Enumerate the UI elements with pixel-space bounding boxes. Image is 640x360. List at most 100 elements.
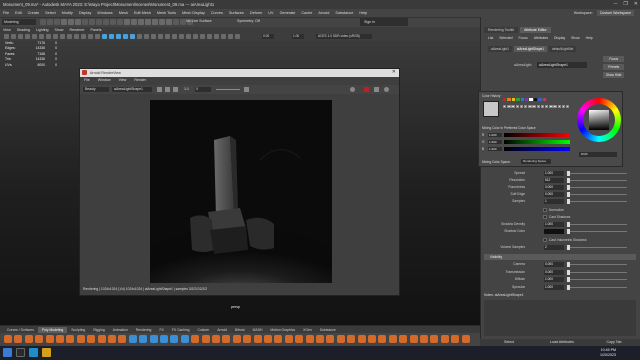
blue-field[interactable]: 1.000: [488, 146, 502, 151]
focus-button[interactable]: Focus: [603, 56, 625, 62]
viewport-tool-icon[interactable]: [186, 34, 191, 39]
menu-item-edit-mesh[interactable]: Edit Mesh: [134, 11, 151, 15]
symmetry-label[interactable]: Symmetry: Off: [237, 19, 260, 23]
shelf-tool-icon[interactable]: [243, 335, 252, 343]
color-space-dropdown[interactable]: ACES 1.0 SDR-video (sRGB): [316, 34, 372, 39]
shelf-tab-xgen[interactable]: XGen: [299, 327, 316, 333]
fit-icon[interactable]: [173, 87, 178, 92]
attr-field[interactable]: 512: [544, 178, 564, 183]
node-name-field[interactable]: aiAreaLightShape1: [537, 62, 587, 68]
viewport-tool-icon[interactable]: [25, 34, 30, 39]
shelf-tab-arnold[interactable]: Arnold: [213, 327, 231, 333]
status-tool-icon[interactable]: [40, 19, 46, 25]
status-tool-icon[interactable]: [68, 19, 74, 25]
viewport-tool-icon[interactable]: [74, 34, 79, 39]
attr-slider[interactable]: [567, 194, 627, 195]
saturation-value-square[interactable]: [589, 110, 609, 130]
color-history-slot[interactable]: [540, 105, 545, 109]
shelf-tool-icon[interactable]: [388, 335, 397, 343]
viewport-tool-icon[interactable]: [214, 34, 219, 39]
viewport-tool-icon[interactable]: [193, 34, 198, 39]
shelf-tool-icon[interactable]: [35, 335, 44, 343]
color-history-slot[interactable]: [524, 105, 528, 109]
attr-slider-handle[interactable]: [567, 269, 570, 275]
color-history-slot[interactable]: [511, 105, 515, 109]
viewport-menu-shading[interactable]: Shading: [17, 28, 30, 32]
shelf-tool-icon[interactable]: [399, 335, 408, 343]
viewport-tool-icon[interactable]: [18, 34, 23, 39]
notes-textarea[interactable]: [484, 300, 636, 336]
attr-slider[interactable]: [567, 279, 627, 280]
ae-menu-show[interactable]: Show: [571, 36, 579, 40]
viewport-tool-icon[interactable]: [53, 34, 58, 39]
color-history-chip[interactable]: [520, 98, 524, 102]
shelf-tool-icon[interactable]: [118, 335, 127, 343]
shelf-tool-icon[interactable]: [409, 335, 418, 343]
viewport-menu-renderer[interactable]: Renderer: [70, 28, 85, 32]
status-tool-icon[interactable]: [96, 19, 102, 25]
shelf-tool-icon[interactable]: [326, 335, 335, 343]
cast-volumetric-checkbox[interactable]: Cast Volumetric Shadows: [543, 238, 587, 242]
menu-item-curves[interactable]: Curves: [211, 11, 223, 15]
shelf-tab-rendering[interactable]: Rendering: [132, 327, 156, 333]
shelf-tool-icon[interactable]: [76, 335, 85, 343]
shelf-tool-icon[interactable]: [368, 335, 376, 343]
status-tool-icon[interactable]: [110, 19, 116, 25]
viewport-tool-icon[interactable]: [88, 34, 93, 39]
attr-slider[interactable]: [567, 247, 627, 248]
render-menu-window[interactable]: Window: [98, 78, 111, 82]
viewport-tool-icon[interactable]: [172, 34, 177, 39]
green-field[interactable]: 1.000: [488, 139, 502, 144]
shelf-tab-motion-graphics[interactable]: Motion Graphics: [266, 327, 299, 333]
color-history-chip[interactable]: [529, 98, 533, 102]
shelf-tool-icon[interactable]: [108, 335, 116, 343]
shelf-tool-icon[interactable]: [212, 335, 220, 343]
render-view-titlebar[interactable]: Arnold RenderView: [80, 69, 399, 77]
color-history-slot[interactable]: [553, 105, 557, 109]
attr-field[interactable]: 1.000: [544, 222, 564, 227]
color-history-slot[interactable]: [561, 105, 566, 109]
viewport-tool-icon[interactable]: [95, 34, 100, 39]
attr-slider-handle[interactable]: [567, 178, 570, 183]
shelf-tool-icon[interactable]: [284, 335, 293, 343]
color-history-chip[interactable]: [503, 98, 507, 102]
shelf-tab-animation[interactable]: Animation: [109, 327, 132, 333]
color-history-chip[interactable]: [533, 98, 538, 102]
status-tool-icon[interactable]: [61, 19, 67, 25]
status-tool-icon[interactable]: [103, 19, 109, 25]
viewport-tool-icon[interactable]: [32, 34, 37, 39]
live-surface-label[interactable]: No Live Surface: [186, 19, 212, 23]
shelf-tool-icon[interactable]: [336, 335, 345, 343]
viewport-tool-icon[interactable]: [144, 34, 149, 39]
minimize-button[interactable]: ─: [614, 1, 618, 7]
node-tab-lightset[interactable]: defaultLightSet: [549, 46, 577, 52]
shelf-tool-icon[interactable]: [264, 335, 272, 343]
copy-tab-button[interactable]: Copy Tab: [589, 340, 639, 345]
shelf-tool-icon[interactable]: [295, 335, 304, 343]
shelf-tool-icon[interactable]: [191, 335, 200, 343]
status-tool-icon[interactable]: [173, 19, 179, 25]
status-tool-icon[interactable]: [131, 19, 137, 25]
render-menu-file[interactable]: File: [84, 78, 90, 82]
color-swatch-icon[interactable]: [244, 87, 249, 92]
shelf-tab-curves-surfaces[interactable]: Curves / Surfaces: [3, 327, 38, 333]
ae-menu-attributes[interactable]: Attributes: [534, 36, 548, 40]
color-history-chip[interactable]: [507, 98, 511, 102]
status-tool-icon[interactable]: [145, 19, 151, 25]
status-tool-icon[interactable]: [54, 19, 60, 25]
menu-item-help[interactable]: Help: [359, 11, 367, 15]
exposure-slider[interactable]: [216, 89, 240, 90]
attr-slider-handle[interactable]: [567, 199, 570, 204]
color-history-slot[interactable]: [536, 105, 540, 109]
attr-field[interactable]: 1.000: [544, 277, 564, 282]
attr-field[interactable]: 1.000: [544, 171, 564, 176]
select-button[interactable]: Select: [484, 340, 534, 345]
color-history-slot[interactable]: [519, 105, 524, 109]
shelf-tool-icon[interactable]: [139, 335, 148, 343]
attr-slider-handle[interactable]: [567, 262, 570, 267]
maximize-button[interactable]: ❐: [623, 1, 627, 7]
tab-rendering-toolkit[interactable]: Rendering Toolkit: [484, 27, 519, 33]
attr-field[interactable]: 2: [544, 245, 564, 250]
shelf-tab-mash[interactable]: MASH: [249, 327, 267, 333]
shelf-tool-icon[interactable]: [357, 335, 366, 343]
